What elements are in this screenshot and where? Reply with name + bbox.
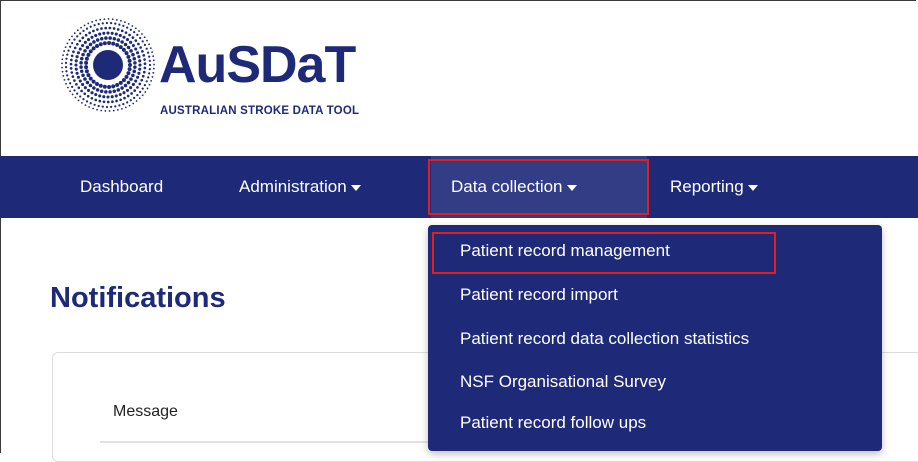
nav-data-collection[interactable]: Data collection (431, 156, 647, 218)
menu-item-patient-record-management[interactable]: Patient record management (460, 241, 670, 261)
nav-data-collection-label: Data collection (451, 177, 563, 196)
nav-reporting-label: Reporting (670, 177, 744, 196)
dotted-ring-logo-icon (61, 18, 155, 112)
brand-tagline: AUSTRALIAN STROKE DATA TOOL (160, 105, 360, 117)
nav-dashboard[interactable]: Dashboard (80, 156, 163, 218)
page-title: Notifications (50, 282, 226, 314)
menu-item-data-collection-statistics[interactable]: Patient record data collection statistic… (460, 329, 749, 349)
menu-item-patient-record-follow-ups[interactable]: Patient record follow ups (460, 413, 646, 433)
caret-down-icon (747, 184, 758, 191)
caret-down-icon (350, 184, 361, 191)
main-navbar: Dashboard Administration Data collection… (0, 156, 918, 218)
nav-dashboard-label: Dashboard (80, 177, 164, 196)
brand-name: AuSDaT (159, 36, 356, 94)
data-collection-dropdown: Patient record management Patient record… (428, 225, 882, 451)
table-header-divider (100, 441, 430, 443)
nav-administration[interactable]: Administration (239, 156, 361, 218)
nav-administration-label: Administration (239, 177, 347, 196)
menu-item-patient-record-import[interactable]: Patient record import (460, 285, 618, 305)
caret-down-icon (566, 184, 577, 191)
brand-logo[interactable]: AuSDaT AUSTRALIAN STROKE DATA TOOL (60, 17, 420, 127)
column-header-message: Message (113, 403, 178, 420)
menu-item-nsf-organisational-survey[interactable]: NSF Organisational Survey (460, 372, 666, 392)
nav-reporting[interactable]: Reporting (670, 156, 758, 218)
